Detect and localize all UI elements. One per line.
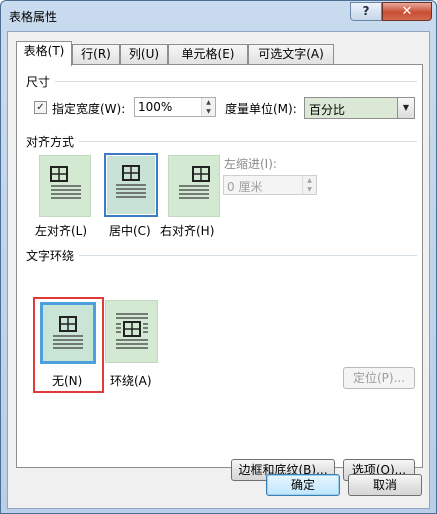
align-left-option[interactable]: [39, 155, 91, 217]
spin-up-icon[interactable]: ▲: [303, 176, 316, 185]
wrap-around-option[interactable]: [105, 300, 158, 363]
position-button[interactable]: 定位(P)...: [343, 367, 415, 389]
unit-label: 度量单位(M):: [225, 102, 297, 116]
preferred-width-checkbox[interactable]: ✓: [34, 101, 47, 114]
indent-spin-arrows[interactable]: ▲ ▼: [302, 176, 316, 194]
dialog-client: 表格(T) 行(R) 列(U) 单元格(E) 可选文字(A) 尺寸 ✓ 指定宽度…: [7, 31, 430, 509]
wrap-none-label: 无(N): [52, 374, 83, 388]
ok-button[interactable]: 确定: [266, 474, 340, 496]
align-left-label: 左对齐(L): [35, 224, 88, 238]
chevron-down-icon[interactable]: ▼: [397, 98, 414, 118]
title-bar: 表格属性 ? ✕: [1, 1, 436, 31]
left-indent-value: 0 厘米: [227, 180, 263, 194]
tab-alt-text[interactable]: 可选文字(A): [248, 44, 334, 65]
align-right-icon: [179, 166, 210, 199]
tab-table[interactable]: 表格(T): [16, 41, 72, 66]
align-left-icon: [50, 166, 81, 199]
spin-down-icon[interactable]: ▼: [202, 107, 215, 116]
unit-select[interactable]: 百分比 ▼: [304, 97, 415, 119]
tab-column[interactable]: 列(U): [120, 44, 168, 65]
align-right-option[interactable]: [168, 155, 220, 217]
alignment-separator: [79, 141, 417, 142]
cancel-button[interactable]: 取消: [348, 474, 422, 496]
size-separator: [55, 81, 417, 82]
spin-down-icon[interactable]: ▼: [303, 185, 316, 194]
tab-row[interactable]: 行(R): [72, 44, 120, 65]
alignment-section-label: 对齐方式: [26, 135, 75, 149]
close-button[interactable]: ✕: [382, 2, 432, 21]
table-properties-dialog: 表格属性 ? ✕ 表格(T) 行(R) 列(U) 单元格(E) 可选文字(A) …: [0, 0, 437, 514]
width-value: 100%: [138, 100, 173, 114]
wrapping-section-label: 文字环绕: [26, 249, 75, 263]
table-tab-panel: 尺寸 ✓ 指定宽度(W): 100% ▲ ▼ 度量单位(M): 百分比 ▼ 对齐方…: [16, 64, 423, 481]
preferred-width-label: 指定宽度(W):: [52, 102, 126, 116]
help-button[interactable]: ?: [350, 2, 382, 21]
wrap-around-icon: [116, 313, 148, 349]
wrap-around-label: 环绕(A): [110, 374, 152, 388]
dialog-title: 表格属性: [9, 10, 58, 24]
align-center-option[interactable]: [104, 153, 158, 217]
align-right-label: 右对齐(H): [160, 224, 215, 238]
width-spin-arrows[interactable]: ▲ ▼: [201, 98, 215, 116]
unit-value: 百分比: [309, 103, 346, 117]
align-center-label: 居中(C): [109, 224, 151, 238]
size-section-label: 尺寸: [26, 75, 51, 89]
left-indent-label: 左缩进(I):: [224, 157, 277, 171]
wrap-none-icon: [53, 316, 83, 349]
wrap-none-option[interactable]: [40, 302, 96, 364]
align-center-icon: [116, 165, 146, 198]
tab-cell[interactable]: 单元格(E): [168, 44, 248, 65]
width-spinner[interactable]: 100% ▲ ▼: [134, 97, 216, 117]
spin-up-icon[interactable]: ▲: [202, 98, 215, 107]
left-indent-spinner[interactable]: 0 厘米 ▲ ▼: [223, 175, 317, 195]
wrapping-separator: [79, 255, 417, 256]
